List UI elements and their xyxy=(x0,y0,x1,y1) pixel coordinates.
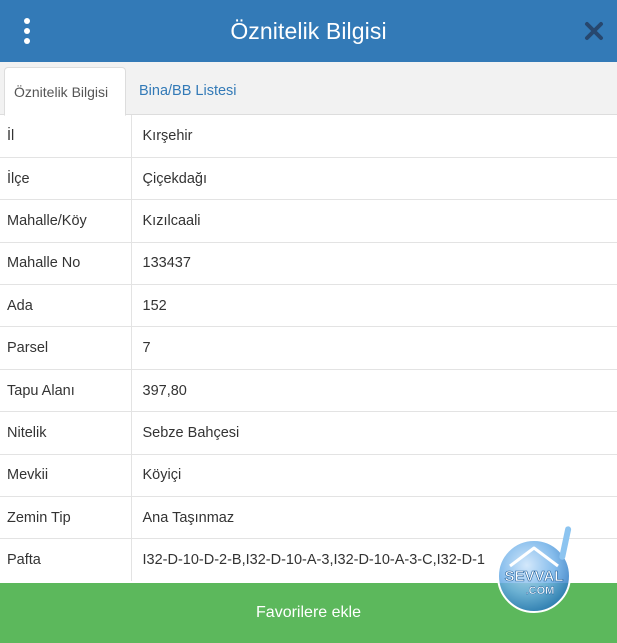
attribute-value: Kızılcaali xyxy=(131,199,617,243)
attribute-key: İl xyxy=(0,115,132,158)
attribute-value: 152 xyxy=(131,284,617,327)
attribute-value: Çiçekdağı xyxy=(131,156,617,200)
vertical-dots-icon[interactable] xyxy=(16,16,38,46)
dialog-header: Öznitelik Bilgisi xyxy=(0,0,617,62)
add-to-favorites-button[interactable]: Favorilere ekle xyxy=(0,583,617,643)
table-row: Mahalle No 133437 xyxy=(0,241,617,285)
table-row: Tapu Alanı 397,80 xyxy=(0,368,617,412)
table-row: Zemin Tip Ana Taşınmaz xyxy=(0,496,617,539)
dialog-title: Öznitelik Bilgisi xyxy=(230,17,387,44)
table-row: Ada 152 xyxy=(0,284,617,327)
attribute-value: 133437 xyxy=(131,241,617,285)
attribute-value: Köyiçi xyxy=(131,453,617,497)
close-icon[interactable] xyxy=(583,19,605,43)
table-row: İlçe Çiçekdağı xyxy=(0,156,617,200)
table-row: Pafta I32-D-10-D-2-B,I32-D-10-A-3,I32-D-1… xyxy=(0,538,617,582)
attribute-key: Zemin Tip xyxy=(0,496,132,539)
attribute-value: Sebze Bahçesi xyxy=(131,411,617,455)
table-row: Nitelik Sebze Bahçesi xyxy=(0,411,617,455)
attribute-table: İl Kırşehir İlçe Çiçekdağı Mahalle/Köy Kızılc… xyxy=(0,115,617,582)
attribute-value: Kırşehir xyxy=(142,127,193,144)
attribute-value: 397,80 xyxy=(131,368,617,412)
attribute-value: 7 xyxy=(131,326,617,370)
table-row: Parsel 7 xyxy=(0,326,617,370)
table-row: Mahalle/Köy Kızılcaali xyxy=(0,199,617,243)
tab-bar: Öznitelik Bilgisi Bina/BB Listesi xyxy=(0,62,617,116)
attribute-key: Pafta xyxy=(0,538,132,582)
attribute-key: İlçe xyxy=(0,156,132,200)
attribute-key: Nitelik xyxy=(0,411,132,455)
attribute-key: Mevkii xyxy=(0,453,132,497)
table-row: Mevkii Köyiçi xyxy=(0,453,617,497)
tab-building-list[interactable]: Bina/BB Listesi xyxy=(139,67,237,115)
attribute-key: Mahalle/Köy xyxy=(0,199,132,243)
table-row: İl Kırşehir xyxy=(0,115,617,158)
attribute-info-dialog: Öznitelik Bilgisi Öznitelik Bilgisi Bina… xyxy=(0,0,617,643)
tab-attribute-info[interactable]: Öznitelik Bilgisi xyxy=(4,67,126,116)
attribute-value: Ana Taşınmaz xyxy=(131,496,617,539)
attribute-key: Parsel xyxy=(0,326,132,370)
attribute-value: I32-D-10-D-2-B,I32-D-10-A-3,I32-D-10-A-3… xyxy=(131,538,617,582)
attribute-key: Mahalle No xyxy=(0,241,132,285)
attribute-key: Ada xyxy=(0,284,132,327)
attribute-key: Tapu Alanı xyxy=(0,368,132,412)
